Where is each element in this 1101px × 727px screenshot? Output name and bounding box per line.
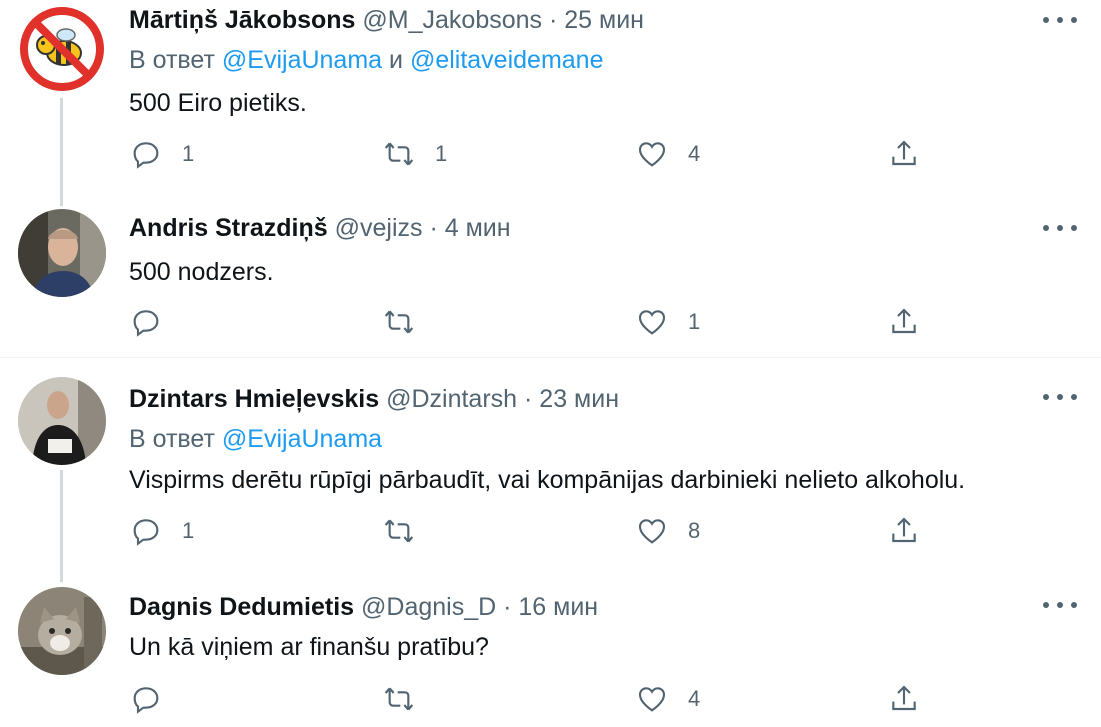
like-button[interactable]: 8 xyxy=(636,514,700,548)
like-icon xyxy=(638,142,666,167)
share-button[interactable] xyxy=(888,514,920,548)
like-button[interactable]: 4 xyxy=(636,682,700,716)
reply-button[interactable]: 1 xyxy=(130,137,194,171)
share-icon xyxy=(892,685,916,711)
avatar[interactable] xyxy=(18,587,106,675)
more-icon[interactable] xyxy=(1043,382,1077,412)
share-icon xyxy=(892,140,916,166)
author-name[interactable]: Dzintars Hmieļevskis xyxy=(129,385,379,413)
like-button[interactable]: 1 xyxy=(636,305,700,339)
avatar[interactable] xyxy=(18,209,106,297)
more-icon[interactable] xyxy=(1043,590,1077,620)
reply-conjunction: и xyxy=(389,46,403,74)
no-bee-avatar-image xyxy=(20,7,104,91)
author-handle[interactable]: @Dzintarsh xyxy=(386,385,517,413)
tweet-header: Andris Strazdiņš @vejizs · 4 мин xyxy=(129,213,511,243)
tweet-text: Un kā viņiem ar finanšu pratību? xyxy=(129,633,489,661)
tweet-text: 500 Eiro pietiks. xyxy=(129,89,307,117)
like-count: 4 xyxy=(688,141,701,166)
retweet-icon xyxy=(384,310,414,334)
reply-button[interactable] xyxy=(130,305,182,339)
separator: · xyxy=(524,385,533,413)
reply-button[interactable]: 1 xyxy=(130,514,194,548)
tweet-header: Mārtiņš Jākobsons @M_Jakobsons · 25 мин xyxy=(129,5,644,35)
retweet-icon xyxy=(384,519,414,543)
like-icon xyxy=(638,687,666,712)
tweet-text: Vispirms derētu rūpīgi pārbaudīt, vai ko… xyxy=(129,466,966,494)
avatar[interactable] xyxy=(18,5,106,93)
reply-button[interactable] xyxy=(130,682,182,716)
thread-divider xyxy=(0,357,1101,358)
retweet-button[interactable] xyxy=(383,682,435,716)
cat-avatar-image xyxy=(18,587,106,675)
timestamp[interactable]: 25 мин xyxy=(564,6,644,34)
author-name[interactable]: Dagnis Dedumietis xyxy=(129,593,354,621)
like-icon xyxy=(638,519,666,544)
tweet-header: Dagnis Dedumietis @Dagnis_D · 16 мин xyxy=(129,592,598,622)
retweet-button[interactable] xyxy=(383,514,435,548)
reply-icon xyxy=(133,310,159,337)
author-handle[interactable]: @vejizs xyxy=(335,214,423,242)
separator: · xyxy=(549,6,558,34)
timestamp[interactable]: 16 мин xyxy=(518,593,598,621)
man-dark-sweater-avatar-image xyxy=(18,377,106,465)
tweet-text: 500 nodzers. xyxy=(129,258,274,286)
share-button[interactable] xyxy=(888,305,920,339)
tweet[interactable]: Andris Strazdiņš @vejizs · 4 мин 500 nod… xyxy=(0,205,1101,358)
retweet-button[interactable]: 1 xyxy=(383,137,447,171)
share-button[interactable] xyxy=(888,682,920,716)
reply-count: 1 xyxy=(182,141,195,166)
more-icon[interactable] xyxy=(1043,5,1077,35)
thread-line xyxy=(60,98,63,206)
tweet-feed: Mārtiņš Jākobsons @M_Jakobsons · 25 мин … xyxy=(0,0,1101,727)
tweet-header: Dzintars Hmieļevskis @Dzintarsh · 23 мин xyxy=(129,384,619,414)
separator: · xyxy=(429,214,438,242)
tweet[interactable]: Dzintars Hmieļevskis @Dzintarsh · 23 мин… xyxy=(0,372,1101,582)
like-icon xyxy=(638,310,666,335)
author-handle[interactable]: @M_Jakobsons xyxy=(362,6,542,34)
reply-count: 1 xyxy=(182,518,195,543)
tweet[interactable]: Dagnis Dedumietis @Dagnis_D · 16 мин Un … xyxy=(0,582,1101,727)
mention-link[interactable]: @EvijaUnama xyxy=(222,425,382,453)
author-name[interactable]: Andris Strazdiņš xyxy=(129,214,328,242)
separator: · xyxy=(503,593,512,621)
reply-icon xyxy=(133,519,159,546)
retweet-icon xyxy=(384,687,414,711)
man-portrait-avatar-image xyxy=(18,209,106,297)
like-count: 4 xyxy=(688,686,701,711)
like-count: 1 xyxy=(688,309,701,334)
retweet-button[interactable] xyxy=(383,305,435,339)
share-icon xyxy=(892,517,916,543)
reply-prefix: В ответ xyxy=(129,46,215,74)
author-name[interactable]: Mārtiņš Jākobsons xyxy=(129,6,355,34)
avatar[interactable] xyxy=(18,377,106,465)
reply-to-line: В ответ @EvijaUnama xyxy=(129,424,382,454)
mention-link[interactable]: @EvijaUnama xyxy=(222,46,382,74)
author-handle[interactable]: @Dagnis_D xyxy=(361,593,496,621)
mention-link[interactable]: @elitaveidemane xyxy=(410,46,604,74)
tweet[interactable]: Mārtiņš Jākobsons @M_Jakobsons · 25 мин … xyxy=(0,0,1101,206)
reply-prefix: В ответ xyxy=(129,425,215,453)
thread-line xyxy=(60,470,63,582)
retweet-icon xyxy=(384,142,414,166)
share-icon xyxy=(892,308,916,334)
reply-icon xyxy=(133,142,159,169)
timestamp[interactable]: 4 мин xyxy=(445,214,511,242)
timestamp[interactable]: 23 мин xyxy=(539,385,619,413)
share-button[interactable] xyxy=(888,137,920,171)
like-count: 8 xyxy=(688,518,701,543)
reply-icon xyxy=(133,687,159,714)
reply-to-line: В ответ @EvijaUnama и @elitaveidemane xyxy=(129,45,603,75)
more-icon[interactable] xyxy=(1043,213,1077,243)
retweet-count: 1 xyxy=(435,141,448,166)
like-button[interactable]: 4 xyxy=(636,137,700,171)
